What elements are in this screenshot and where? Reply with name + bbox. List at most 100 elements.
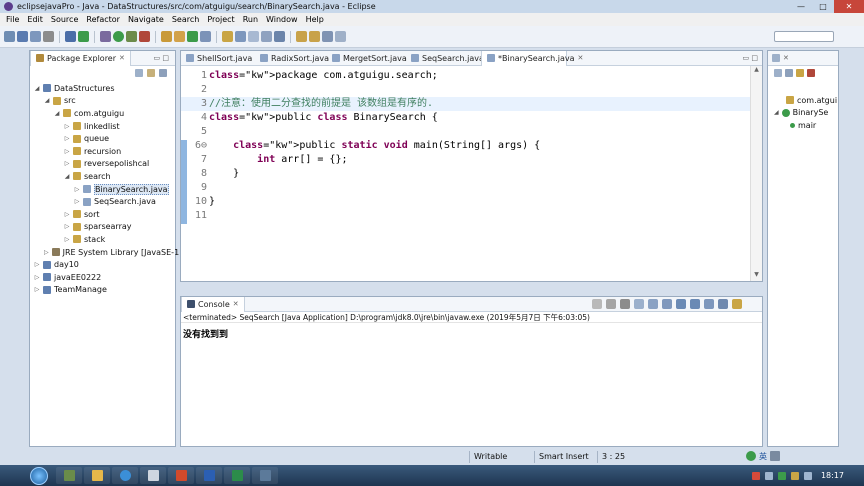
code-line[interactable]: 11: [181, 209, 751, 223]
hide-nonpublic-icon[interactable]: [807, 69, 815, 77]
prev-annotation-icon[interactable]: [309, 31, 320, 42]
tab-shellsort-java[interactable]: ShellSort.java: [181, 51, 255, 66]
tree-item-search[interactable]: ◢ search: [30, 170, 175, 183]
show-whitespace-icon[interactable]: [274, 31, 285, 42]
tree-item-com-atguigu[interactable]: ◢ com.atguigu: [30, 107, 175, 120]
expand-arrow-icon[interactable]: ▷: [34, 286, 40, 293]
tab-package-explorer[interactable]: Package Explorer ✕: [30, 50, 131, 66]
tab-mergetsort-java[interactable]: MergetSort.java: [327, 51, 407, 66]
code-line[interactable]: 9: [181, 181, 751, 195]
tree-item-recursion[interactable]: ▷ recursion: [30, 145, 175, 158]
collapse-arrow-icon[interactable]: ◢: [54, 110, 60, 117]
remove-launch-icon[interactable]: [606, 299, 616, 309]
expand-arrow-icon[interactable]: ▷: [34, 274, 40, 281]
code-line[interactable]: 8 }: [181, 167, 751, 181]
block-selection-icon[interactable]: [261, 31, 272, 42]
expand-arrow-icon[interactable]: ▷: [64, 123, 70, 130]
pin-console-icon[interactable]: [704, 299, 714, 309]
expand-arrow-icon[interactable]: ▷: [74, 198, 80, 205]
code-line[interactable]: 6⊖ class="kw">public static void main(St…: [181, 139, 751, 153]
start-button[interactable]: [30, 466, 48, 485]
run-dropdown-icon[interactable]: [126, 31, 137, 42]
tree-item-seqsearch-java[interactable]: ▷ SeqSearch.java: [30, 195, 175, 208]
forward-icon[interactable]: [335, 31, 346, 42]
tree-item-queue[interactable]: ▷ queue: [30, 132, 175, 145]
code-line[interactable]: 10}: [181, 195, 751, 209]
tray-security-icon[interactable]: [777, 471, 786, 480]
tree-item-jre-system-library-javase-1[interactable]: ▷ JRE System Library [JavaSE-1: [30, 246, 179, 259]
new-icon[interactable]: [4, 31, 15, 42]
menu-refactor[interactable]: Refactor: [86, 15, 120, 24]
show-on-output-icon[interactable]: [676, 299, 686, 309]
menu-project[interactable]: Project: [207, 15, 234, 24]
tree-item-src[interactable]: ◢ src: [30, 95, 175, 108]
close-icon[interactable]: ✕: [119, 54, 125, 62]
remove-all-icon[interactable]: [620, 299, 630, 309]
hide-fields-icon[interactable]: [785, 69, 793, 77]
menu-search[interactable]: Search: [172, 15, 199, 24]
tree-item-reversepolishcal[interactable]: ▷ reversepolishcal: [30, 158, 175, 171]
next-annotation-icon[interactable]: [296, 31, 307, 42]
tree-item-teammanage[interactable]: ▷ TeamManage: [30, 284, 175, 297]
menu-edit[interactable]: Edit: [27, 15, 43, 24]
view-menu-icon[interactable]: [159, 69, 167, 77]
clear-console-icon[interactable]: [634, 299, 644, 309]
tray-app-icon[interactable]: [751, 471, 760, 480]
tree-item-stack[interactable]: ▷ stack: [30, 233, 175, 246]
menu-source[interactable]: Source: [51, 15, 78, 24]
tray-network-icon[interactable]: [764, 471, 773, 480]
expand-arrow-icon[interactable]: ▷: [44, 249, 49, 256]
tray-update-icon[interactable]: [790, 471, 799, 480]
tree-item-sort[interactable]: ▷ sort: [30, 208, 175, 221]
back-icon[interactable]: [322, 31, 333, 42]
close-icon[interactable]: ✕: [233, 300, 239, 308]
view-menu-icon[interactable]: ▭ □: [154, 54, 169, 62]
close-button[interactable]: ✕: [834, 0, 864, 13]
search-icon[interactable]: [222, 31, 233, 42]
quick-access-input[interactable]: [774, 31, 834, 42]
close-icon[interactable]: ✕: [783, 54, 789, 62]
new-interface-icon[interactable]: [187, 31, 198, 42]
ime-indicator[interactable]: 英: [746, 451, 780, 462]
debug-icon[interactable]: [78, 31, 89, 42]
taskbar-word[interactable]: [196, 467, 222, 484]
coverage-icon[interactable]: [139, 31, 150, 42]
collapse-arrow-icon[interactable]: ◢: [64, 173, 70, 180]
tab-console[interactable]: Console ✕: [181, 296, 245, 312]
maximize-button[interactable]: □: [812, 0, 834, 13]
tab-seqsearch-java[interactable]: SeqSearch.java: [406, 51, 484, 66]
menu-help[interactable]: Help: [306, 15, 324, 24]
code-line[interactable]: 3//注意：使用二分查找的前提是 该数组是有序的.: [181, 97, 751, 111]
expand-arrow-icon[interactable]: ▷: [64, 160, 70, 167]
tree-item-linkedlist[interactable]: ▷ linkedlist: [30, 120, 175, 133]
taskbar-powerpoint[interactable]: [168, 467, 194, 484]
taskbar-ie[interactable]: [112, 467, 138, 484]
volume-icon[interactable]: [803, 471, 812, 480]
code-line[interactable]: 1 class="kw">package com.atguigu.search;: [181, 69, 751, 83]
expand-arrow-icon[interactable]: ▷: [64, 211, 70, 218]
menu-window[interactable]: Window: [266, 15, 298, 24]
menu-run[interactable]: Run: [243, 15, 258, 24]
collapse-arrow-icon[interactable]: ◢: [34, 85, 40, 92]
tab-binarysearch-java[interactable]: *BinarySearch.java ✕: [481, 50, 583, 66]
open-type-icon[interactable]: [200, 31, 211, 42]
tree-item-datastructures[interactable]: ◢ DataStructures: [30, 82, 175, 95]
tab-radixsort-java[interactable]: RadixSort.java: [255, 51, 329, 66]
new-package-icon[interactable]: [161, 31, 172, 42]
expand-arrow-icon[interactable]: ▷: [74, 186, 80, 193]
editor-minmax-icon[interactable]: ▭ □: [743, 54, 758, 62]
tree-item-binarysearch-java[interactable]: ▷ BinarySearch.java: [30, 183, 175, 196]
expand-arrow-icon[interactable]: ▷: [64, 148, 70, 155]
terminate-icon[interactable]: [592, 299, 602, 309]
word-wrap-icon[interactable]: [662, 299, 672, 309]
menu-file[interactable]: File: [6, 15, 19, 24]
expand-arrow-icon[interactable]: ▷: [64, 223, 70, 230]
taskbar-app-2[interactable]: [84, 467, 110, 484]
expand-arrow-icon[interactable]: ▷: [34, 261, 40, 268]
collapse-arrow-icon[interactable]: ◢: [44, 97, 50, 104]
taskbar-app-3[interactable]: [252, 467, 278, 484]
taskbar-app-1[interactable]: [56, 467, 82, 484]
collapse-all-icon[interactable]: [135, 69, 143, 77]
outline-item-package[interactable]: com.atgui: [768, 94, 838, 107]
expand-arrow-icon[interactable]: ▷: [64, 236, 70, 243]
